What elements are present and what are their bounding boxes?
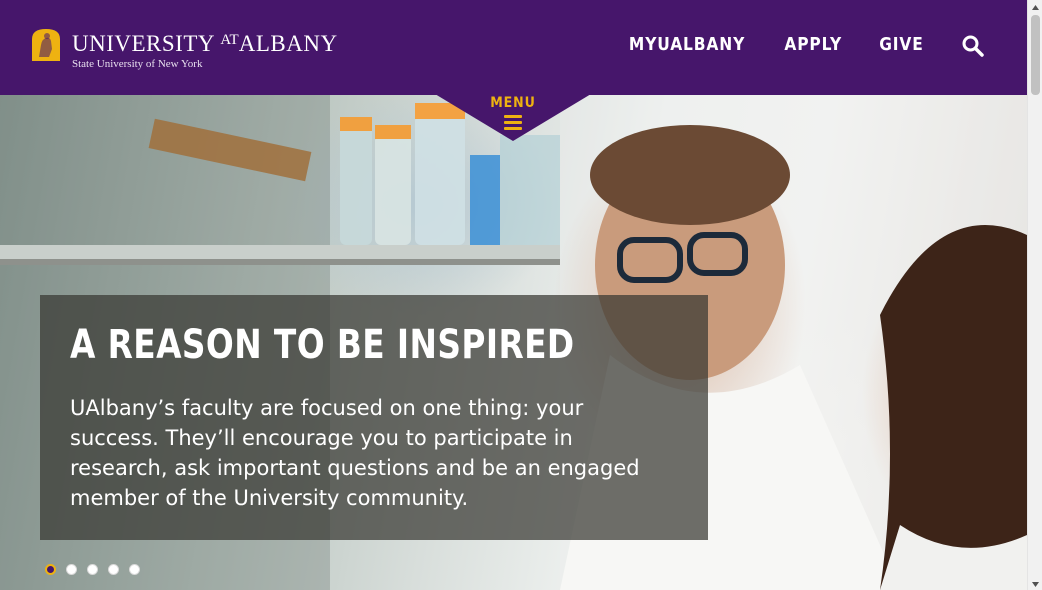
scroll-down-arrow-icon[interactable] — [1028, 576, 1042, 590]
hero-description: UAlbany’s faculty are focused on one thi… — [70, 396, 640, 510]
menu-label: MENU — [490, 95, 536, 111]
nav-give-link[interactable]: GIVE — [880, 34, 924, 55]
search-icon — [962, 35, 984, 57]
carousel-dot-4[interactable] — [108, 564, 119, 575]
carousel-dot-3[interactable] — [87, 564, 98, 575]
university-logo-link[interactable]: UNIVERSITY ATALBANY State University of … — [30, 27, 338, 71]
carousel-dot-2[interactable] — [66, 564, 77, 575]
logo-subtitle: State University of New York — [72, 58, 203, 70]
hero-title: A REASON TO BE INSPIRED — [70, 322, 575, 368]
vertical-scrollbar[interactable] — [1027, 0, 1042, 590]
top-navigation: MYUALBANY APPLY GIVE — [580, 34, 924, 55]
hero-caption-panel: A REASON TO BE INSPIRED UAlbany’s facult… — [40, 295, 708, 540]
page-viewport: UNIVERSITY ATALBANY State University of … — [0, 0, 1027, 590]
nav-myualbany-link[interactable]: MYUALBANY — [629, 34, 745, 55]
carousel-dot-5[interactable] — [129, 564, 140, 575]
scroll-up-arrow-icon[interactable] — [1028, 0, 1042, 14]
minerva-logo-icon — [30, 27, 62, 63]
hero-carousel: A REASON TO BE INSPIRED UAlbany’s facult… — [0, 95, 1027, 590]
carousel-pagination — [45, 564, 150, 575]
logo-wordmark: UNIVERSITY ATALBANY — [72, 31, 338, 56]
carousel-dot-1[interactable] — [45, 564, 56, 575]
hamburger-icon — [504, 115, 522, 131]
menu-toggle-button[interactable]: MENU — [435, 94, 591, 142]
scrollbar-thumb[interactable] — [1031, 15, 1040, 95]
site-header: UNIVERSITY ATALBANY State University of … — [0, 0, 1027, 95]
nav-apply-link[interactable]: APPLY — [785, 34, 843, 55]
search-button[interactable] — [961, 34, 985, 58]
